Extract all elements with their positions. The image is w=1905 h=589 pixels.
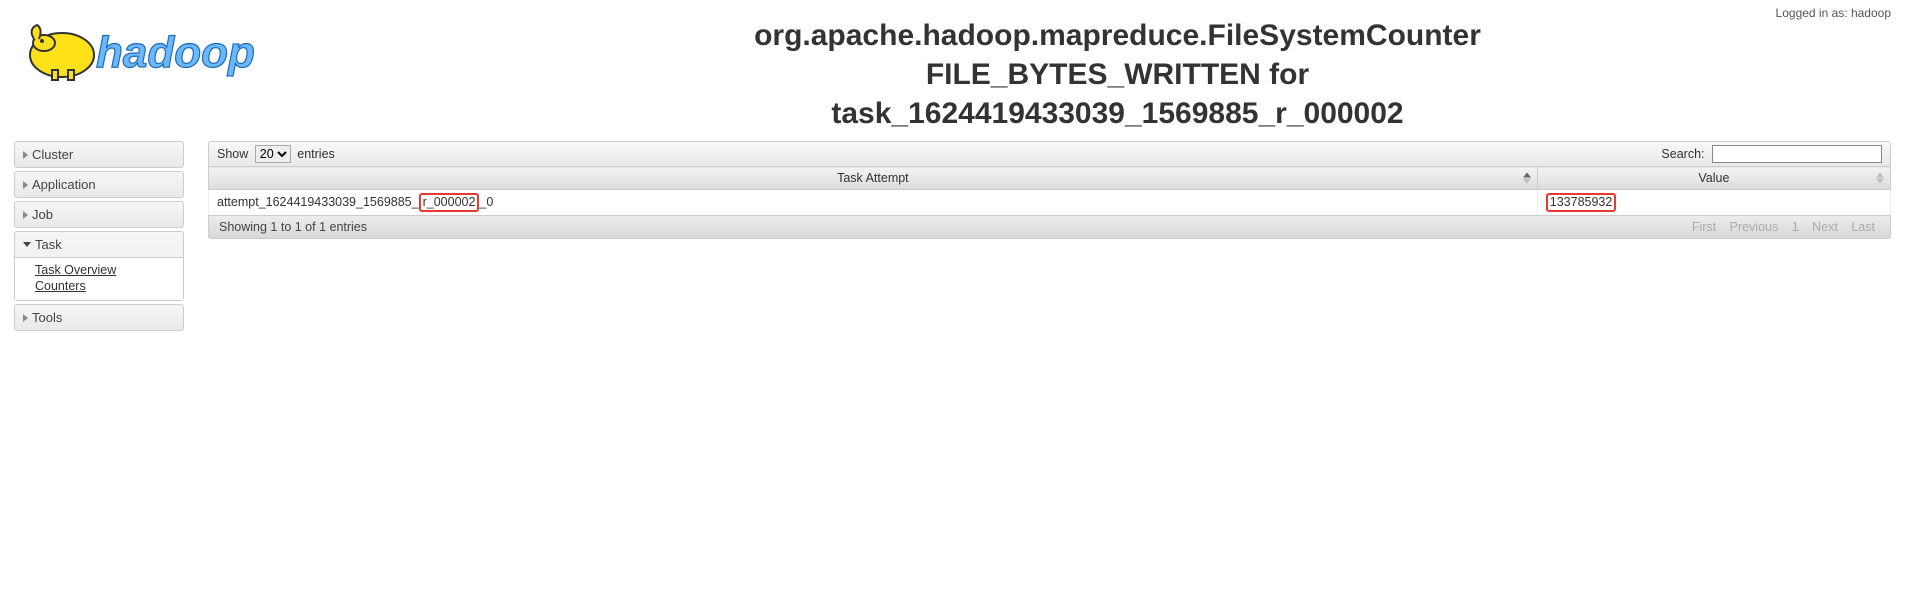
nav-task-sub: Task Overview Counters [15, 257, 183, 300]
show-label-post: entries [297, 147, 335, 161]
loggedin-prefix: Logged in as: [1776, 6, 1851, 20]
chevron-right-icon [23, 211, 28, 219]
main-content: Show 20 entries Search: Task Attempt [208, 141, 1891, 539]
task-attempts-table: Task Attempt Value attempt_1624419433039… [208, 166, 1891, 215]
attempt-pre: attempt_1624419433039_1569885_ [217, 195, 419, 209]
datatable-top-bar: Show 20 entries Search: [208, 141, 1891, 166]
svg-text:hadoop: hadoop [96, 28, 255, 77]
search-label: Search: [1661, 147, 1704, 161]
nav-cluster[interactable]: Cluster [14, 141, 184, 168]
pager-page-1[interactable]: 1 [1792, 220, 1799, 234]
value-highlight: 133785932 [1546, 193, 1617, 212]
nav-job-label: Job [32, 207, 53, 222]
attempt-post: _0 [479, 195, 493, 209]
cell-value: 133785932 [1537, 190, 1890, 216]
sort-asc-icon [1523, 173, 1531, 184]
page-title: org.apache.hadoop.mapreduce.FileSystemCo… [344, 10, 1891, 133]
title-line-2: FILE_BYTES_WRITTEN for [344, 55, 1891, 94]
loggedin-user: hadoop [1851, 6, 1891, 20]
search-input[interactable] [1712, 145, 1882, 163]
pager-next[interactable]: Next [1812, 220, 1838, 234]
chevron-right-icon [23, 314, 28, 322]
nav-application[interactable]: Application [14, 171, 184, 198]
hadoop-logo: hadoop [14, 10, 344, 85]
datatable-filter: Search: [1661, 145, 1882, 163]
title-line-1: org.apache.hadoop.mapreduce.FileSystemCo… [344, 16, 1891, 55]
col-value[interactable]: Value [1537, 167, 1890, 190]
datatable-length: Show 20 entries [217, 145, 335, 163]
sort-both-icon [1876, 173, 1884, 184]
nav-job[interactable]: Job [14, 201, 184, 228]
nav-task[interactable]: Task Task Overview Counters [14, 231, 184, 301]
nav-task-label: Task [35, 237, 62, 252]
col-task-attempt-label: Task Attempt [837, 171, 909, 185]
pager-last[interactable]: Last [1851, 220, 1875, 234]
datatable-pager: First Previous 1 Next Last [1687, 220, 1880, 234]
datatable-info: Showing 1 to 1 of 1 entries [219, 220, 367, 234]
col-task-attempt[interactable]: Task Attempt [209, 167, 1538, 190]
attempt-highlight: r_000002 [419, 193, 480, 212]
show-label-pre: Show [217, 147, 248, 161]
chevron-right-icon [23, 181, 28, 189]
chevron-down-icon [23, 242, 31, 247]
nav-task-overview-link[interactable]: Task Overview [35, 262, 183, 278]
pager-first[interactable]: First [1692, 220, 1716, 234]
table-row: attempt_1624419433039_1569885_r_000002_0… [209, 190, 1891, 216]
nav-application-label: Application [32, 177, 96, 192]
sidebar: Cluster Application Job Task Task Overvi… [14, 141, 184, 334]
nav-tools-label: Tools [32, 310, 62, 325]
loggedin-text: Logged in as: hadoop [1776, 6, 1891, 20]
pager-previous[interactable]: Previous [1730, 220, 1779, 234]
chevron-right-icon [23, 151, 28, 159]
nav-cluster-label: Cluster [32, 147, 73, 162]
cell-task-attempt: attempt_1624419433039_1569885_r_000002_0 [209, 190, 1538, 216]
col-value-label: Value [1698, 171, 1729, 185]
nav-tools[interactable]: Tools [14, 304, 184, 331]
page-size-select[interactable]: 20 [255, 145, 291, 163]
title-line-3: task_1624419433039_1569885_r_000002 [344, 94, 1891, 133]
nav-counters-link[interactable]: Counters [35, 278, 183, 294]
datatable-bottom-bar: Showing 1 to 1 of 1 entries First Previo… [208, 215, 1891, 239]
